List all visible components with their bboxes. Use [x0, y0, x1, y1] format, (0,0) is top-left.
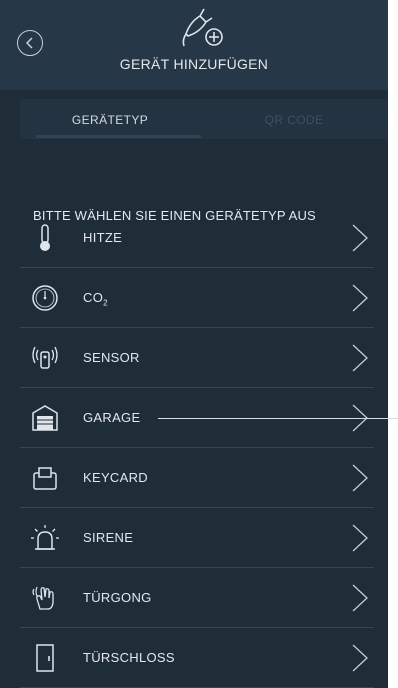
- chevron-right-icon: [352, 344, 368, 372]
- thermometer-icon: [28, 224, 62, 255]
- tab-geraetetyp[interactable]: GERÄTETYP: [20, 99, 200, 139]
- header-bar: GERÄT HINZUFÜGEN: [0, 0, 388, 90]
- back-arrow-icon: [25, 37, 33, 49]
- list-item-tuergong[interactable]: TÜRGONG: [20, 568, 374, 628]
- list-item-sensor[interactable]: SENSOR: [20, 328, 374, 388]
- chevron-right-icon: [352, 224, 368, 252]
- door-lock-icon: [28, 641, 62, 675]
- active-tab-indicator: [36, 135, 201, 138]
- list-item-tuerschloss[interactable]: TÜRSCHLOSS: [20, 628, 374, 688]
- list-item-label: TÜRSCHLOSS: [83, 650, 175, 665]
- list-item-sirene[interactable]: SIRENE: [20, 508, 374, 568]
- annotation-pointer-line: [158, 418, 398, 419]
- device-type-list: HITZE CO2 SENSOR GARAGE KEYCARD SIRENE T…: [20, 224, 374, 688]
- device-type-prompt: BITTE WÄHLEN SIE EINEN GERÄTETYP AUS: [33, 208, 316, 223]
- list-item-label: TÜRGONG: [83, 590, 152, 605]
- chevron-right-icon: [352, 584, 368, 612]
- list-item-label: KEYCARD: [83, 470, 148, 485]
- app-screen: GERÄT HINZUFÜGEN GERÄTETYP QR CODE BITTE…: [0, 0, 388, 688]
- chevron-right-icon: [352, 644, 368, 672]
- list-item-label: GARAGE: [83, 410, 141, 425]
- list-item-keycard[interactable]: KEYCARD: [20, 448, 374, 508]
- list-item-label: HITZE: [83, 230, 123, 245]
- siren-icon: [28, 521, 62, 555]
- co2-gauge-icon: [28, 281, 62, 315]
- page-title: GERÄT HINZUFÜGEN: [119, 56, 269, 72]
- list-item-hitze[interactable]: HITZE: [20, 224, 374, 268]
- plug-add-icon: [182, 8, 223, 47]
- back-button[interactable]: [17, 30, 43, 56]
- doorbell-icon: [28, 581, 62, 615]
- list-item-label: SIRENE: [83, 530, 134, 545]
- tab-bar: GERÄTETYP QR CODE: [20, 99, 388, 139]
- list-item-co2[interactable]: CO2: [20, 268, 374, 328]
- sensor-icon: [28, 341, 62, 375]
- list-item-label: CO2: [83, 290, 108, 308]
- tab-qr-code[interactable]: QR CODE: [200, 99, 388, 139]
- chevron-right-icon: [352, 524, 368, 552]
- garage-icon: [28, 401, 62, 435]
- keycard-icon: [28, 461, 62, 495]
- chevron-right-icon: [352, 464, 368, 492]
- list-item-label: SENSOR: [83, 350, 140, 365]
- chevron-right-icon: [352, 284, 368, 312]
